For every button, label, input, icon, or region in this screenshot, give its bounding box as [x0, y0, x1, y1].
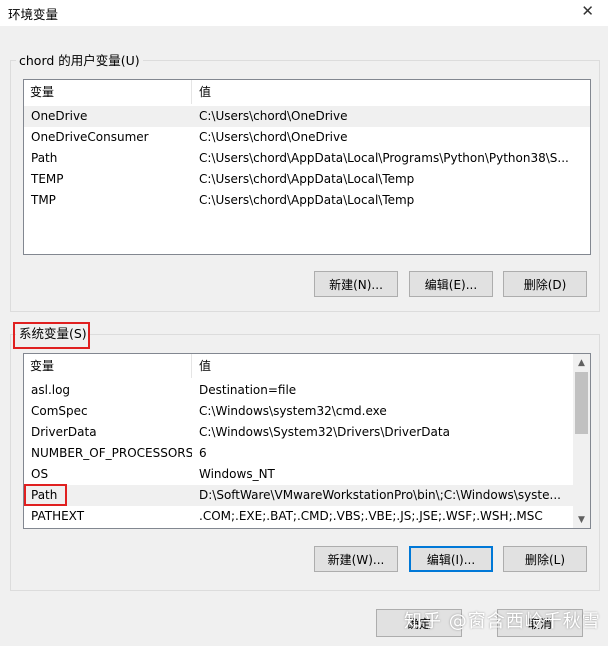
var-name: DriverData	[31, 425, 97, 439]
table-row[interactable]: OS Windows_NT	[24, 464, 590, 485]
var-value: C:\Users\chord\AppData\Local\Temp	[199, 193, 415, 207]
var-value: 6	[199, 446, 207, 460]
column-header-name[interactable]: 变量	[24, 354, 192, 378]
var-name: TEMP	[31, 172, 64, 186]
var-value: .COM;.EXE;.BAT;.CMD;.VBS;.VBE;.JS;.JSE;.…	[199, 509, 543, 523]
table-row[interactable]: asl.log Destination=file	[24, 380, 590, 401]
list-header: 变量 值	[24, 80, 590, 104]
var-name: TMP	[31, 193, 56, 207]
var-value: C:\Users\chord\OneDrive	[199, 109, 348, 123]
window-title: 环境变量	[8, 7, 59, 22]
var-name: Path	[31, 151, 58, 165]
var-name: NUMBER_OF_PROCESSORS	[31, 446, 192, 460]
var-value: C:\Windows\System32\Drivers\DriverData	[199, 425, 450, 439]
table-row[interactable]: OneDriveConsumer C:\Users\chord\OneDrive	[24, 127, 590, 148]
table-row[interactable]: TMP C:\Users\chord\AppData\Local\Temp	[24, 190, 590, 211]
system-delete-button[interactable]: 删除(L)	[503, 546, 587, 572]
table-row[interactable]: Path C:\Users\chord\AppData\Local\Progra…	[24, 148, 590, 169]
table-row[interactable]: ComSpec C:\Windows\system32\cmd.exe	[24, 401, 590, 422]
title-bar: 环境变量 ✕	[0, 0, 608, 26]
system-edit-button[interactable]: 编辑(I)...	[409, 546, 493, 572]
table-row[interactable]: NUMBER_OF_PROCESSORS 6	[24, 443, 590, 464]
user-delete-button[interactable]: 删除(D)	[503, 271, 587, 297]
close-icon[interactable]: ✕	[581, 2, 594, 20]
annotation-highlight-box	[13, 322, 90, 349]
system-variables-list[interactable]: 变量 值 asl.log Destination=file ComSpec C:…	[23, 353, 591, 529]
vertical-scrollbar[interactable]: ▲ ▼	[573, 354, 590, 528]
var-name: OneDriveConsumer	[31, 130, 149, 144]
var-value: C:\Users\chord\AppData\Local\Temp	[199, 172, 415, 186]
table-row[interactable]: Path D:\SoftWare\VMwareWorkstationPro\bi…	[24, 485, 590, 506]
table-row[interactable]: TEMP C:\Users\chord\AppData\Local\Temp	[24, 169, 590, 190]
user-variables-label: chord 的用户变量(U)	[16, 53, 143, 69]
var-name: OneDrive	[31, 109, 88, 123]
column-header-value[interactable]: 值	[192, 354, 211, 378]
var-value: C:\Users\chord\OneDrive	[199, 130, 348, 144]
user-new-button[interactable]: 新建(N)...	[314, 271, 398, 297]
var-name: asl.log	[31, 383, 71, 397]
var-name: OS	[31, 467, 49, 481]
scrollbar-thumb[interactable]	[575, 372, 588, 434]
column-header-value[interactable]: 值	[192, 80, 211, 104]
var-value: Windows_NT	[199, 467, 275, 481]
user-edit-button[interactable]: 编辑(E)...	[409, 271, 493, 297]
user-variables-list[interactable]: 变量 值 OneDrive C:\Users\chord\OneDrive On…	[23, 79, 591, 255]
var-value: C:\Windows\system32\cmd.exe	[199, 404, 387, 418]
var-value: Destination=file	[199, 383, 297, 397]
system-new-button[interactable]: 新建(W)...	[314, 546, 398, 572]
chevron-down-icon[interactable]: ▼	[573, 511, 590, 528]
list-header: 变量 值	[24, 354, 590, 378]
watermark: 知乎 @窗含西岭千秋雪	[404, 611, 601, 632]
var-value: C:\Users\chord\AppData\Local\Programs\Py…	[199, 151, 569, 165]
table-row[interactable]: PATHEXT .COM;.EXE;.BAT;.CMD;.VBS;.VBE;.J…	[24, 506, 590, 527]
table-row[interactable]: DriverData C:\Windows\System32\Drivers\D…	[24, 422, 590, 443]
var-name: PATHEXT	[31, 509, 85, 523]
table-row[interactable]: OneDrive C:\Users\chord\OneDrive	[24, 106, 590, 127]
var-value: D:\SoftWare\VMwareWorkstationPro\bin\;C:…	[199, 488, 561, 502]
column-header-name[interactable]: 变量	[24, 80, 192, 104]
chevron-up-icon[interactable]: ▲	[573, 354, 590, 371]
annotation-highlight-box	[24, 484, 67, 506]
var-name: ComSpec	[31, 404, 88, 418]
